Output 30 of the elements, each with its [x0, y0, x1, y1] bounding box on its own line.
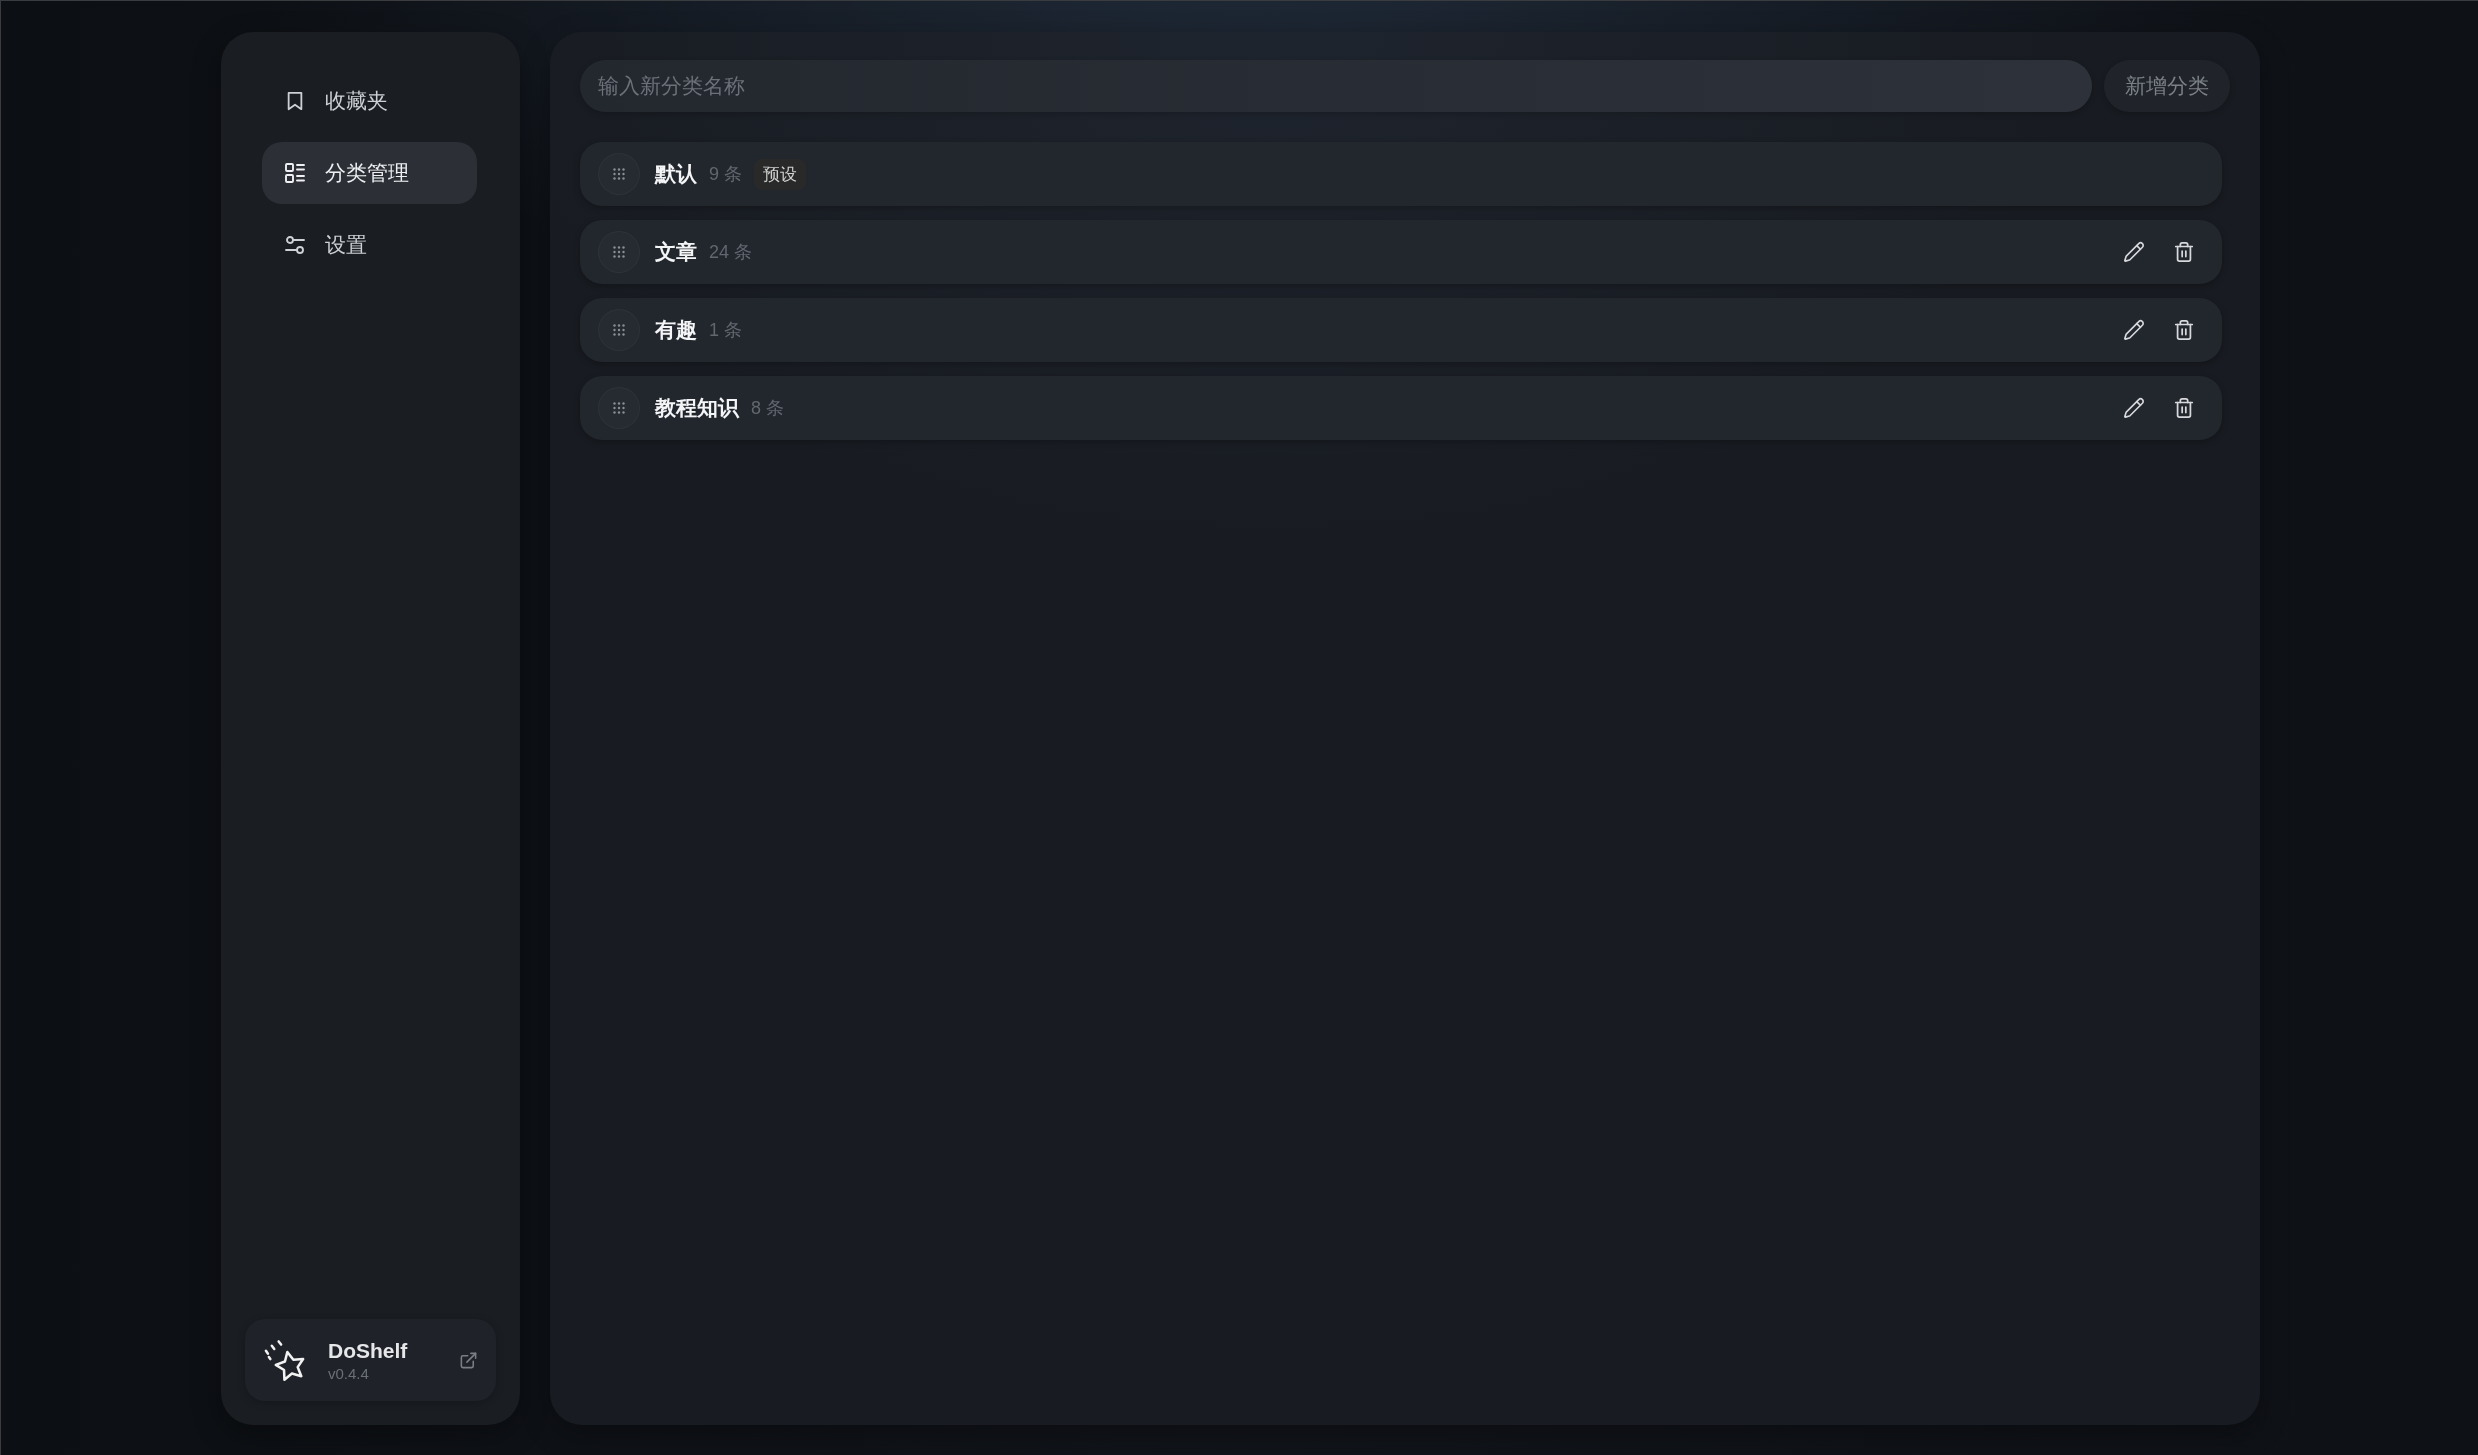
trash-icon — [2173, 397, 2195, 419]
drag-handle-icon[interactable] — [598, 387, 640, 429]
category-name: 默认 — [655, 161, 697, 187]
category-name: 教程知识 — [655, 395, 739, 421]
drag-handle-icon[interactable] — [598, 231, 640, 273]
app-name: DoShelf — [328, 1338, 408, 1363]
add-category-button[interactable]: 新增分类 — [2104, 60, 2230, 112]
trash-icon — [2173, 241, 2195, 263]
category-name: 文章 — [655, 239, 697, 265]
item-count: 1 条 — [709, 319, 742, 342]
drag-handle-icon[interactable] — [598, 309, 640, 351]
item-count: 9 条 — [709, 163, 742, 186]
preset-tag: 预设 — [754, 158, 806, 190]
pencil-icon — [2123, 397, 2145, 419]
category-name: 有趣 — [655, 317, 697, 343]
item-count: 24 条 — [709, 241, 753, 264]
version-label: v0.4.4 — [328, 1364, 370, 1382]
item-count: 8 条 — [751, 397, 784, 420]
drag-handle-icon[interactable] — [598, 153, 640, 195]
category-name-field[interactable]: 输入新分类名称 — [580, 60, 2092, 112]
trash-icon — [2173, 319, 2195, 341]
pencil-icon — [2123, 241, 2145, 263]
nav-item[interactable]: 设置 — [262, 214, 477, 276]
external-link-icon[interactable] — [459, 1350, 478, 1370]
list-icon — [285, 163, 305, 183]
pencil-icon — [2123, 319, 2145, 341]
nav-item[interactable]: 分类管理 — [262, 142, 477, 204]
bookmark-icon — [285, 91, 305, 111]
sliders-icon — [285, 235, 305, 255]
nav-item[interactable]: 收藏夹 — [262, 70, 477, 132]
